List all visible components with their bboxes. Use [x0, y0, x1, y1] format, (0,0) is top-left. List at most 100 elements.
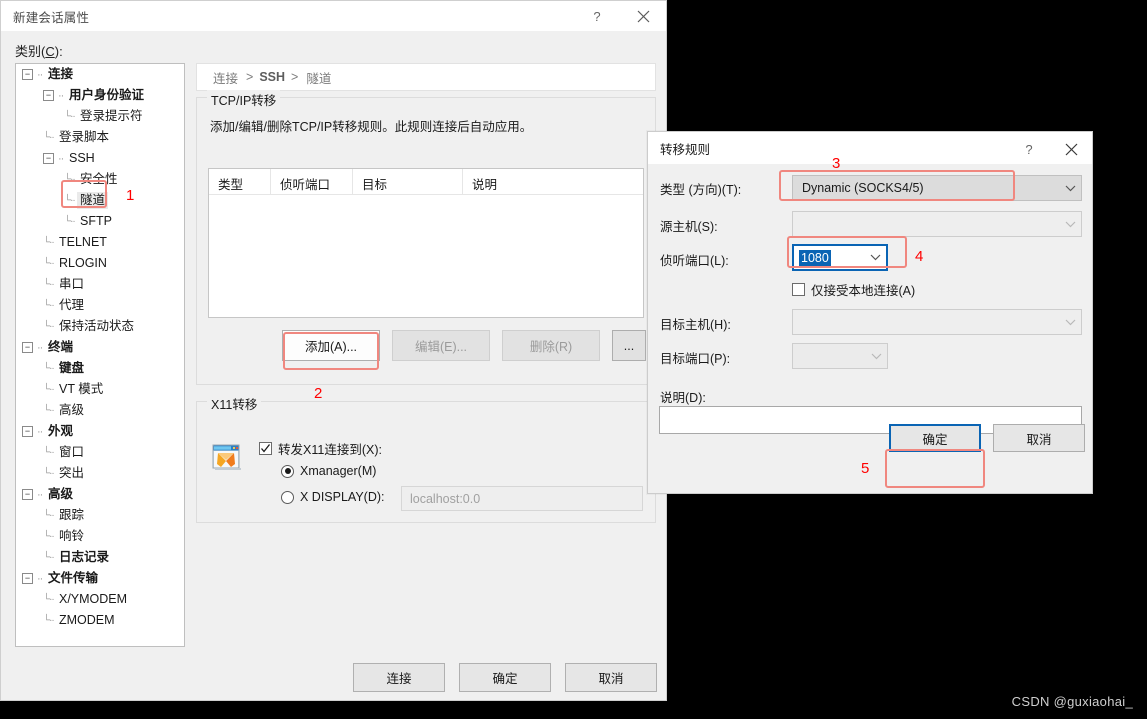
collapse-toggle-icon[interactable]: − [22, 342, 33, 353]
close-icon[interactable] [1050, 133, 1092, 165]
ok-button[interactable]: 确定 [889, 424, 981, 452]
xdisplay-radio-label: X DISPLAY(D): [300, 490, 385, 504]
watermark: CSDN @guxiaohai_ [1011, 694, 1133, 709]
radio-icon-selected[interactable] [281, 464, 294, 478]
table-column-header[interactable]: 目标 [353, 169, 463, 195]
listen-port-combobox[interactable]: 1080 [792, 244, 888, 271]
tree-item-RLOGIN[interactable]: └·· RLOGIN [16, 253, 184, 274]
more-options-button[interactable]: ... [612, 330, 646, 361]
tree-item-响铃[interactable]: └·· 响铃 [16, 526, 184, 547]
table-action-buttons: 添加(A)... 编辑(E)... 删除(R) ... [282, 330, 646, 361]
tree-item-高级[interactable]: └·· 高级 [16, 400, 184, 421]
local-only-label: 仅接受本地连接(A) [811, 284, 916, 298]
tree-connector: └·· [43, 468, 55, 479]
collapse-toggle-icon[interactable]: − [43, 153, 54, 164]
tree-item-安全性[interactable]: └·· 安全性 [16, 169, 184, 190]
desc-label-row: 说明(D): [660, 387, 706, 406]
dialog-titlebar-buttons: ? [1008, 133, 1092, 163]
tree-item-代理[interactable]: └·· 代理 [16, 295, 184, 316]
dest-host-combobox[interactable] [792, 309, 1082, 335]
category-tree[interactable]: − ·· 连接 − ·· 用户身份验证 └·· 登录提示符 └·· 登录脚本 − ·· SSH └·· 安全… [15, 63, 185, 647]
dest-host-label: 目标主机(H): [660, 318, 731, 332]
tree-item-连接[interactable]: − ·· 连接 [16, 64, 184, 85]
table-column-header[interactable]: 侦听端口 [271, 169, 353, 195]
source-host-label: 源主机(S): [660, 220, 718, 234]
main-button-连接[interactable]: 连接 [353, 663, 445, 692]
tree-connector: └·· [43, 384, 55, 395]
tree-item-键盘[interactable]: └·· 键盘 [16, 358, 184, 379]
xmanager-radio-label: Xmanager(M) [300, 464, 377, 478]
main-button-确定[interactable]: 确定 [459, 663, 551, 692]
tree-item-保持活动状态[interactable]: └·· 保持活动状态 [16, 316, 184, 337]
collapse-toggle-icon[interactable]: − [22, 426, 33, 437]
tree-item-外观[interactable]: − ·· 外观 [16, 421, 184, 442]
tree-item-label: 日志记录 [59, 550, 110, 564]
table-column-header[interactable]: 说明 [463, 169, 643, 195]
forwarding-rules-table[interactable]: 类型 侦听端口 目标 说明 [208, 168, 644, 318]
type-combobox[interactable]: Dynamic (SOCKS4/5) [792, 175, 1082, 201]
tree-item-VT 模式[interactable]: └·· VT 模式 [16, 379, 184, 400]
tree-connector: ·· [37, 68, 43, 81]
local-only-checkbox-row[interactable]: 仅接受本地连接(A) [792, 280, 915, 299]
tree-item-隧道[interactable]: └·· 隧道 [16, 190, 184, 211]
dest-host-label-row: 目标主机(H): [660, 314, 731, 333]
tcpip-forwarding-group: TCP/IP转移 添加/编辑/删除TCP/IP转移规则。此规则连接后自动应用。 … [196, 90, 656, 385]
tree-item-终端[interactable]: − ·· 终端 [16, 337, 184, 358]
tree-item-SSH[interactable]: − ·· SSH [16, 148, 184, 169]
category-label: 类别(C): [15, 44, 63, 59]
tree-connector: ·· [37, 341, 43, 354]
tree-item-X/YMODEM[interactable]: └·· X/YMODEM [16, 589, 184, 610]
listen-port-label: 侦听端口(L): [660, 254, 729, 268]
tree-connector: └·· [43, 531, 55, 542]
tree-item-label: 代理 [59, 298, 85, 312]
tree-item-TELNET[interactable]: └·· TELNET [16, 232, 184, 253]
type-label: 类型 (方向)(T): [660, 183, 742, 197]
close-icon[interactable] [620, 1, 666, 31]
tree-item-高级[interactable]: − ·· 高级 [16, 484, 184, 505]
checkbox-icon[interactable] [259, 442, 272, 455]
tree-item-窗口[interactable]: └·· 窗口 [16, 442, 184, 463]
tree-item-突出[interactable]: └·· 突出 [16, 463, 184, 484]
tree-item-跟踪[interactable]: └·· 跟踪 [16, 505, 184, 526]
checkbox-icon[interactable] [792, 283, 805, 296]
table-column-header[interactable]: 类型 [209, 169, 271, 195]
window-title: 新建会话属性 [13, 10, 90, 25]
source-host-combobox[interactable] [792, 211, 1082, 237]
dest-port-combobox[interactable] [792, 343, 888, 369]
main-titlebar: 新建会话属性 ? [1, 1, 666, 31]
tcpip-group-legend: TCP/IP转移 [207, 90, 281, 109]
radio-icon[interactable] [281, 490, 294, 504]
collapse-toggle-icon[interactable]: − [43, 90, 54, 101]
edit-button: 编辑(E)... [392, 330, 490, 361]
tree-item-label: 高级 [59, 403, 85, 417]
collapse-toggle-icon[interactable]: − [22, 573, 33, 584]
tree-item-label: 响铃 [59, 529, 85, 543]
x11-forward-checkbox-row[interactable]: 转发X11连接到(X): [259, 439, 382, 458]
tree-item-label: 登录脚本 [59, 130, 110, 144]
tree-item-登录脚本[interactable]: └·· 登录脚本 [16, 127, 184, 148]
collapse-toggle-icon[interactable]: − [22, 69, 33, 80]
tree-connector: └·· [64, 174, 76, 185]
tree-item-用户身份验证[interactable]: − ·· 用户身份验证 [16, 85, 184, 106]
tree-item-SFTP[interactable]: └·· SFTP [16, 211, 184, 232]
annotation-number-4: 4 [915, 248, 924, 265]
tree-item-label: 外观 [48, 424, 74, 438]
tree-connector: ·· [37, 425, 43, 438]
cancel-button[interactable]: 取消 [993, 424, 1085, 452]
tree-item-ZMODEM[interactable]: └·· ZMODEM [16, 610, 184, 631]
listen-port-value: 1080 [799, 249, 831, 266]
chevron-down-icon[interactable] [864, 254, 886, 261]
xmanager-radio-row[interactable]: Xmanager(M) [281, 464, 376, 478]
tree-item-登录提示符[interactable]: └·· 登录提示符 [16, 106, 184, 127]
x11-forwarding-group: X11转移 转发X11连接到(X): Xmanager(M) X DISPLAY… [196, 394, 656, 523]
add-button[interactable]: 添加(A)... [282, 330, 380, 361]
collapse-toggle-icon[interactable]: − [22, 489, 33, 500]
tree-item-串口[interactable]: └·· 串口 [16, 274, 184, 295]
annotation-number-3: 3 [832, 155, 841, 172]
question-mark-icon[interactable]: ? [574, 1, 620, 31]
tree-item-文件传输[interactable]: − ·· 文件传输 [16, 568, 184, 589]
question-mark-icon[interactable]: ? [1008, 133, 1050, 165]
main-button-取消[interactable]: 取消 [565, 663, 657, 692]
tree-item-日志记录[interactable]: └·· 日志记录 [16, 547, 184, 568]
xdisplay-radio-row[interactable]: X DISPLAY(D): [281, 490, 385, 504]
